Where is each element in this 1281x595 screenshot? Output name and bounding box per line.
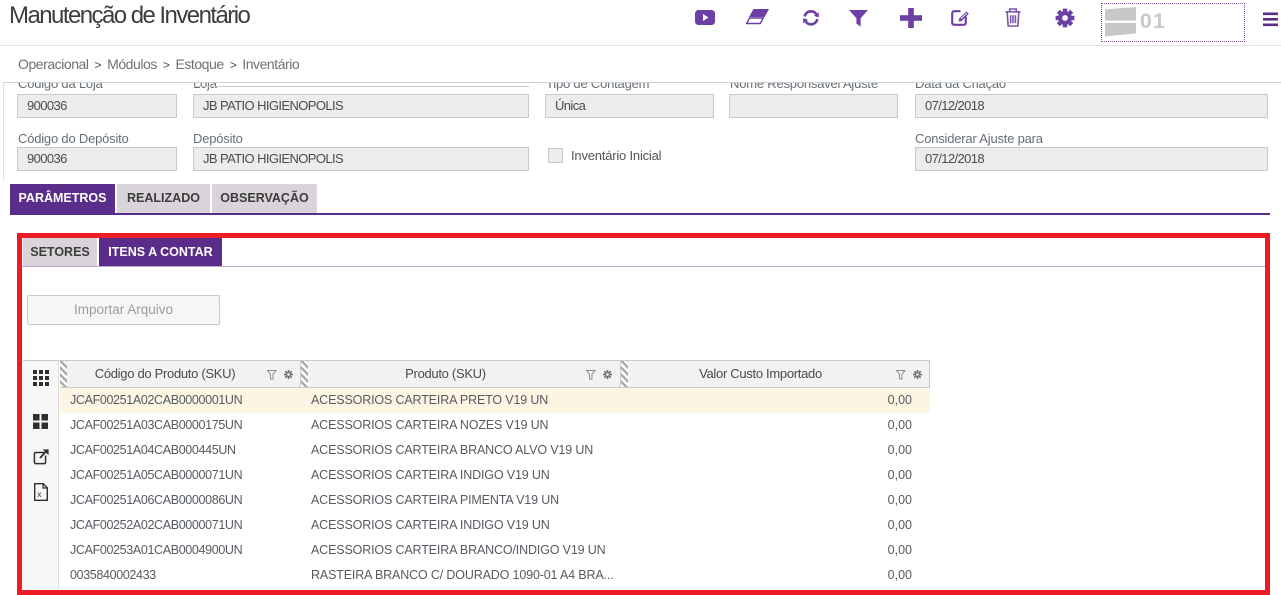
svg-text:x: x — [37, 489, 42, 499]
